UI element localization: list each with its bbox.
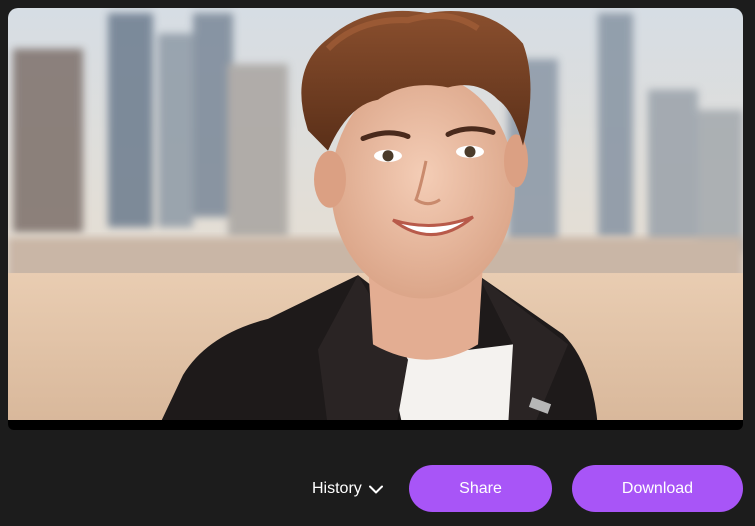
download-button[interactable]: Download <box>572 465 743 512</box>
image-frame-edge <box>8 420 743 430</box>
share-button-label: Share <box>459 479 502 497</box>
history-dropdown[interactable]: History <box>312 475 383 503</box>
download-button-label: Download <box>621 479 694 497</box>
action-bar: History Share Download <box>0 462 755 514</box>
result-panel: History Share Download <box>0 0 755 526</box>
generated-image[interactable] <box>8 8 743 428</box>
chevron-down-icon <box>368 485 383 494</box>
history-label: History <box>312 480 362 497</box>
share-button[interactable]: Share <box>409 465 552 512</box>
portrait-illustration <box>8 8 743 428</box>
